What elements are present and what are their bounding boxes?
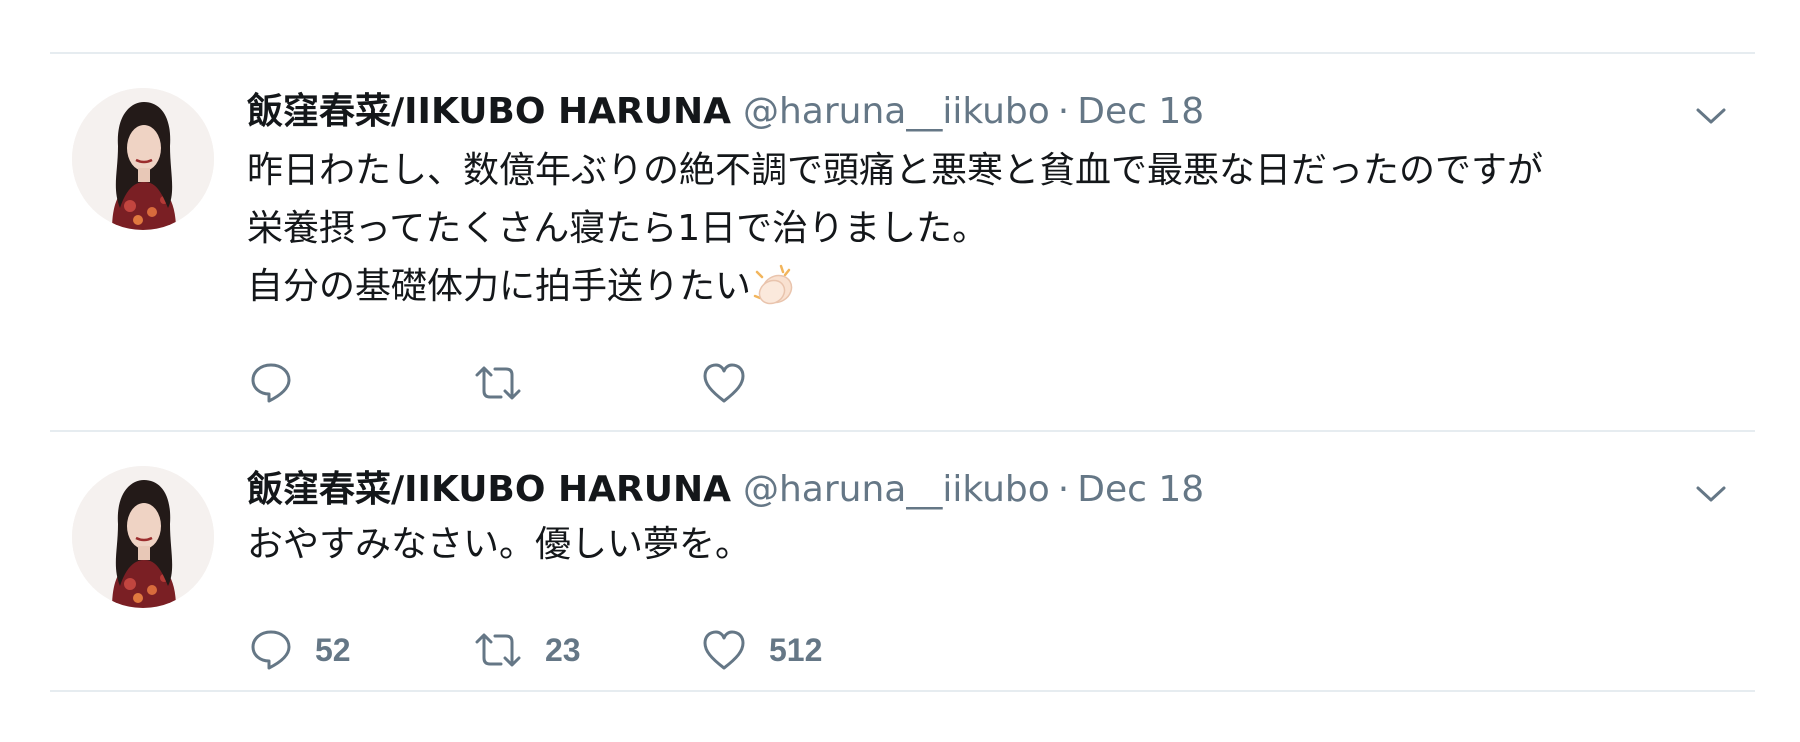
reply-icon[interactable] bbox=[249, 628, 293, 672]
divider bbox=[50, 690, 1755, 692]
reply-button[interactable]: 52 bbox=[249, 626, 351, 674]
user-handle[interactable]: @haruna__iikubo bbox=[743, 469, 1050, 510]
chevron-down-icon[interactable] bbox=[1695, 106, 1727, 126]
tweet-actions bbox=[247, 359, 1047, 407]
tweet-text-body: おやすみなさい。優しい夢を。 bbox=[247, 524, 752, 565]
tweet-text: 昨日わたし、数億年ぶりの絶不調で頭痛と悪寒と貧血で最悪な日だったのですが 栄養摂… bbox=[247, 142, 1543, 316]
user-handle[interactable]: @haruna__iikubo bbox=[743, 91, 1050, 132]
retweet-button[interactable]: 23 bbox=[473, 626, 581, 674]
separator-dot: · bbox=[1057, 469, 1070, 510]
reply-icon[interactable] bbox=[249, 361, 293, 405]
tweet[interactable]: 飯窪春菜/IIKUBO HARUNA @haruna__iikubo · Dec 18… bbox=[50, 432, 1755, 690]
avatar[interactable] bbox=[72, 466, 214, 608]
retweet-count: 23 bbox=[545, 631, 581, 668]
timeline: 飯窪春菜/IIKUBO HARUNA @haruna__iikubo · Dec 18… bbox=[50, 52, 1755, 692]
heart-icon[interactable] bbox=[701, 361, 747, 405]
retweet-icon[interactable] bbox=[473, 361, 523, 405]
tweet-text-body: 昨日わたし、数億年ぶりの絶不調で頭痛と悪寒と貧血で最悪な日だったのですが 栄養摂… bbox=[247, 150, 1544, 307]
heart-icon[interactable] bbox=[701, 628, 747, 672]
tweet-header: 飯窪春菜/IIKUBO HARUNA @haruna__iikubo · Dec 18 bbox=[247, 468, 1204, 512]
timestamp[interactable]: Dec 18 bbox=[1077, 469, 1204, 510]
tweet[interactable]: 飯窪春菜/IIKUBO HARUNA @haruna__iikubo · Dec 18… bbox=[50, 54, 1755, 430]
retweet-button[interactable] bbox=[473, 359, 545, 407]
avatar[interactable] bbox=[72, 88, 214, 230]
display-name[interactable]: 飯窪春菜/IIKUBO HARUNA bbox=[247, 469, 731, 510]
retweet-icon[interactable] bbox=[473, 628, 523, 672]
like-button[interactable]: 512 bbox=[701, 626, 822, 674]
like-button[interactable] bbox=[701, 359, 769, 407]
tweet-text: おやすみなさい。優しい夢を。 bbox=[247, 516, 751, 574]
clapping-hands-emoji bbox=[751, 262, 797, 308]
tweet-actions: 52 23 512 bbox=[247, 626, 1047, 674]
display-name[interactable]: 飯窪春菜/IIKUBO HARUNA bbox=[247, 91, 731, 132]
reply-button[interactable] bbox=[249, 359, 315, 407]
like-count: 512 bbox=[769, 631, 823, 668]
separator-dot: · bbox=[1057, 91, 1070, 132]
chevron-down-icon[interactable] bbox=[1695, 484, 1727, 504]
tweet-header: 飯窪春菜/IIKUBO HARUNA @haruna__iikubo · Dec 18 bbox=[247, 90, 1204, 134]
reply-count: 52 bbox=[315, 631, 351, 668]
timestamp[interactable]: Dec 18 bbox=[1077, 91, 1204, 132]
